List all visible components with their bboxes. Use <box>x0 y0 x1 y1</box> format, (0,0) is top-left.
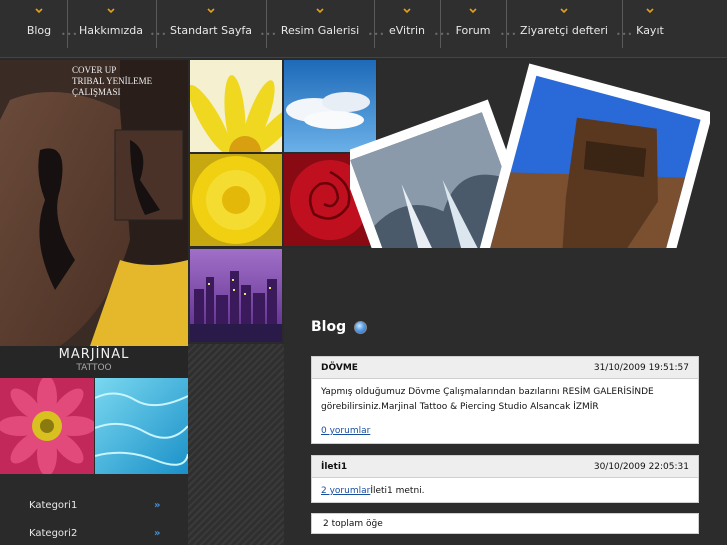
stripe-pattern <box>188 344 284 545</box>
flower-tile-yellow <box>190 154 282 246</box>
hero-caption-line2: TRIBAL YENİLEME <box>72 76 153 86</box>
chevron-down-icon <box>107 8 115 14</box>
nav-label: Ziyaretçi defteri <box>520 24 608 37</box>
nav-item-forum[interactable]: Forum <box>450 0 496 58</box>
chevron-down-icon <box>316 8 324 14</box>
chevron-down-icon <box>560 8 568 14</box>
nav-divider-dots: ••• <box>500 30 518 39</box>
nav-divider <box>156 0 157 48</box>
double-chevron-icon: » <box>154 500 161 511</box>
comments-link[interactable]: 2 yorumlar <box>321 486 370 496</box>
post-title[interactable]: İleti1 <box>321 462 347 472</box>
tattoo-photo: COVER UP TRIBAL YENİLEME ÇALIŞMASI <box>0 60 188 346</box>
nav-divider-dots: ••• <box>616 30 634 39</box>
chevron-down-icon <box>403 8 411 14</box>
brand-name: MARJİNAL <box>58 347 130 362</box>
nav-divider <box>266 0 267 48</box>
flower-tile-pink <box>0 378 94 474</box>
total-items-count: 2 toplam öğe <box>311 513 699 534</box>
page: Blog ••• Hakkımızda ••• Standart Sayfa •… <box>0 0 727 545</box>
nav-item-ziyaretci-defteri[interactable]: Ziyaretçi defteri <box>516 0 612 58</box>
nav-label: Hakkımızda <box>78 24 144 37</box>
nav-label: Kayıt <box>636 24 664 37</box>
hero-caption-line1: COVER UP <box>72 65 116 75</box>
nav-label: Blog <box>26 24 52 37</box>
nav-divider-dots: ••• <box>150 30 168 39</box>
nav-item-blog[interactable]: Blog <box>18 0 60 58</box>
tattoo-hero-image: COVER UP TRIBAL YENİLEME ÇALIŞMASI <box>0 60 188 346</box>
brand-block: MARJİNAL TATTOO <box>0 346 188 378</box>
post-title[interactable]: DÖVME <box>321 363 358 373</box>
chevron-down-icon <box>35 8 43 14</box>
hero-caption-line3: ÇALIŞMASI <box>72 87 121 97</box>
nav-item-standart-sayfa[interactable]: Standart Sayfa <box>168 0 254 58</box>
rss-orb-icon[interactable] <box>354 321 367 334</box>
blog-post: DÖVME 31/10/2009 19:51:57 Yapmış olduğum… <box>311 356 699 444</box>
nav-item-kayit[interactable]: Kayıt <box>628 0 672 58</box>
post-text: İleti1 metni. <box>370 486 425 496</box>
post-date: 30/10/2009 22:05:31 <box>593 462 689 472</box>
nav-divider <box>67 0 68 48</box>
brand-subtitle: TATTOO <box>76 363 112 373</box>
comments-link[interactable]: 0 yorumlar <box>321 426 370 436</box>
page-title: Blog <box>311 319 347 335</box>
post-text: Yapmış olduğumuz Dövme Çalışmalarından b… <box>321 387 654 412</box>
nav-label: Standart Sayfa <box>170 24 252 37</box>
category-label: Kategori2 <box>29 528 78 539</box>
nav-item-evitrin[interactable]: eVitrin <box>384 0 430 58</box>
city-skyline-tile <box>190 249 282 342</box>
nav-label: Forum <box>455 24 491 37</box>
nav-divider-dots: ••• <box>368 30 386 39</box>
chevron-down-icon <box>207 8 215 14</box>
nav-divider-dots: ••• <box>434 30 452 39</box>
nav-divider <box>622 0 623 48</box>
nav-item-hakkimizda[interactable]: Hakkımızda <box>78 0 144 58</box>
nav-label: Resim Galerisi <box>280 24 360 37</box>
nav-divider <box>506 0 507 48</box>
double-chevron-icon: » <box>154 528 161 539</box>
category-sidebar: Kategori1 » Kategori2 » <box>0 474 188 545</box>
post-body: Yapmış olduğumuz Dövme Çalışmalarından b… <box>312 379 698 445</box>
flower-tile-yellow-petals <box>190 60 282 152</box>
chevron-down-icon <box>469 8 477 14</box>
chevron-down-icon <box>646 8 654 14</box>
category-label: Kategori1 <box>29 500 78 511</box>
nav-divider-dots: ••• <box>61 30 79 39</box>
nav-divider <box>440 0 441 48</box>
nav-divider-dots: ••• <box>260 30 278 39</box>
nav-label: eVitrin <box>389 24 425 37</box>
nav-item-resim-galerisi[interactable]: Resim Galerisi <box>278 0 362 58</box>
post-header: DÖVME 31/10/2009 19:51:57 <box>312 357 698 379</box>
post-date: 31/10/2009 19:51:57 <box>593 363 689 373</box>
post-header: İleti1 30/10/2009 22:05:31 <box>312 456 698 478</box>
top-nav: Blog ••• Hakkımızda ••• Standart Sayfa •… <box>0 0 727 58</box>
blog-post: İleti1 30/10/2009 22:05:31 2 yorumlarİle… <box>311 455 699 503</box>
post-body: 2 yorumlarİleti1 metni. <box>312 478 698 505</box>
water-tile <box>95 378 188 474</box>
nav-divider <box>374 0 375 48</box>
